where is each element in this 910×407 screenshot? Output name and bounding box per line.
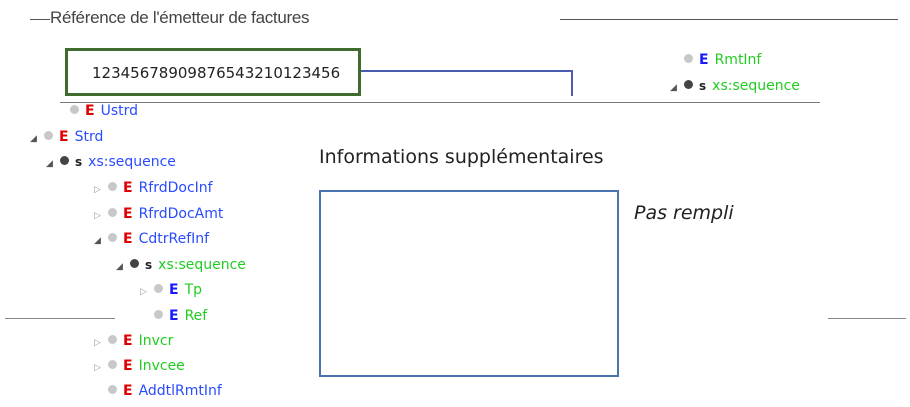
node-label: Ref	[184, 308, 208, 324]
tree-node-sequence[interactable]: ◢ s xs:sequence	[116, 256, 246, 274]
header-rule-left	[30, 19, 50, 20]
node-label: RfrdDocAmt	[138, 206, 224, 222]
element-kind-icon: E	[123, 180, 133, 196]
node-label: Tp	[184, 282, 203, 298]
field-status-text: Pas rempli	[634, 202, 734, 224]
node-label: Ustrd	[100, 103, 139, 119]
element-kind-icon: E	[169, 282, 179, 298]
node-label: AddtlRmtInf	[138, 383, 222, 399]
node-label: CdtrRefInf	[138, 231, 210, 247]
page-title: Référence de l'émetteur de factures	[50, 8, 310, 27]
reference-input[interactable]: 12345678909876543210123456	[65, 48, 361, 96]
tree-node-rmtinf[interactable]: E RmtInf	[684, 51, 761, 69]
reference-value: 12345678909876543210123456	[92, 64, 341, 82]
element-kind-icon: E	[123, 231, 133, 247]
node-label: Invcee	[138, 358, 185, 374]
node-dot-icon	[108, 385, 117, 394]
node-dot-icon	[130, 259, 139, 268]
expand-arrow-icon[interactable]: ◢	[116, 258, 130, 276]
tree-node-ref[interactable]: E Ref	[154, 307, 207, 325]
node-dot-icon	[154, 310, 163, 319]
node-label: xs:sequence	[712, 78, 800, 94]
tree-node-cdtrrefinf[interactable]: ◢ E CdtrRefInf	[94, 230, 209, 248]
expand-arrow-icon[interactable]: ▷	[94, 334, 108, 352]
tree-node-tp[interactable]: ▷ E Tp	[140, 281, 202, 299]
node-dot-icon	[108, 233, 117, 242]
element-kind-icon: E	[59, 129, 69, 145]
node-label: xs:sequence	[158, 257, 246, 273]
element-kind-icon: E	[123, 383, 133, 399]
header-rule-right	[560, 19, 898, 20]
element-kind-icon: E	[169, 308, 179, 324]
tree-node-invcee[interactable]: ▷ E Invcee	[94, 357, 185, 375]
tree-node-addtlrmtinf[interactable]: E AddtlRmtInf	[108, 382, 222, 400]
expand-arrow-icon[interactable]: ◢	[46, 155, 60, 173]
sequence-kind-icon: s	[699, 79, 707, 93]
node-dot-icon	[154, 284, 163, 293]
element-kind-icon: E	[123, 206, 133, 222]
node-dot-icon	[70, 105, 79, 114]
element-kind-icon: E	[123, 333, 133, 349]
additional-info-field[interactable]	[319, 190, 619, 377]
left-connector-line	[5, 318, 115, 319]
tree-node-rfrddocamt[interactable]: ▷ E RfrdDocAmt	[94, 205, 223, 223]
element-kind-icon: E	[699, 52, 709, 68]
node-label: RfrdDocInf	[138, 180, 213, 196]
node-dot-icon	[108, 208, 117, 217]
node-dot-icon	[108, 182, 117, 191]
tree-node-sequence[interactable]: ◢ s xs:sequence	[670, 77, 800, 95]
node-dot-icon	[60, 156, 69, 165]
tree-node-invcr[interactable]: ▷ E Invcr	[94, 332, 173, 350]
expand-arrow-icon[interactable]: ▷	[94, 181, 108, 199]
sequence-kind-icon: s	[145, 258, 153, 272]
expand-arrow-icon[interactable]: ◢	[30, 130, 44, 148]
node-dot-icon	[44, 131, 53, 140]
node-label: Strd	[74, 129, 104, 145]
node-label: xs:sequence	[88, 154, 176, 170]
sequence-kind-icon: s	[75, 155, 83, 169]
expand-arrow-icon[interactable]: ▷	[94, 207, 108, 225]
element-kind-icon: E	[123, 358, 133, 374]
tree-node-sequence[interactable]: ◢ s xs:sequence	[46, 153, 176, 171]
ref-connector-vertical	[571, 70, 573, 96]
node-dot-icon	[684, 80, 693, 89]
expand-arrow-icon[interactable]: ◢	[670, 79, 684, 97]
ref-connector-horizontal	[361, 70, 573, 72]
node-label: RmtInf	[714, 52, 762, 68]
node-dot-icon	[108, 335, 117, 344]
node-dot-icon	[108, 360, 117, 369]
info-section-title: Informations supplémentaires	[319, 146, 604, 168]
node-dot-icon	[684, 54, 693, 63]
element-kind-icon: E	[85, 103, 95, 119]
expand-arrow-icon[interactable]: ▷	[140, 283, 154, 301]
node-label: Invcr	[138, 333, 174, 349]
tree-node-ustrd[interactable]: E Ustrd	[70, 102, 138, 120]
expand-arrow-icon[interactable]: ▷	[94, 359, 108, 377]
right-connector-line	[828, 318, 906, 319]
tree-divider-line	[60, 102, 820, 103]
tree-node-strd[interactable]: ◢ E Strd	[30, 128, 103, 146]
tree-node-rfrddocinf[interactable]: ▷ E RfrdDocInf	[94, 179, 213, 197]
expand-arrow-icon[interactable]: ◢	[94, 232, 108, 250]
